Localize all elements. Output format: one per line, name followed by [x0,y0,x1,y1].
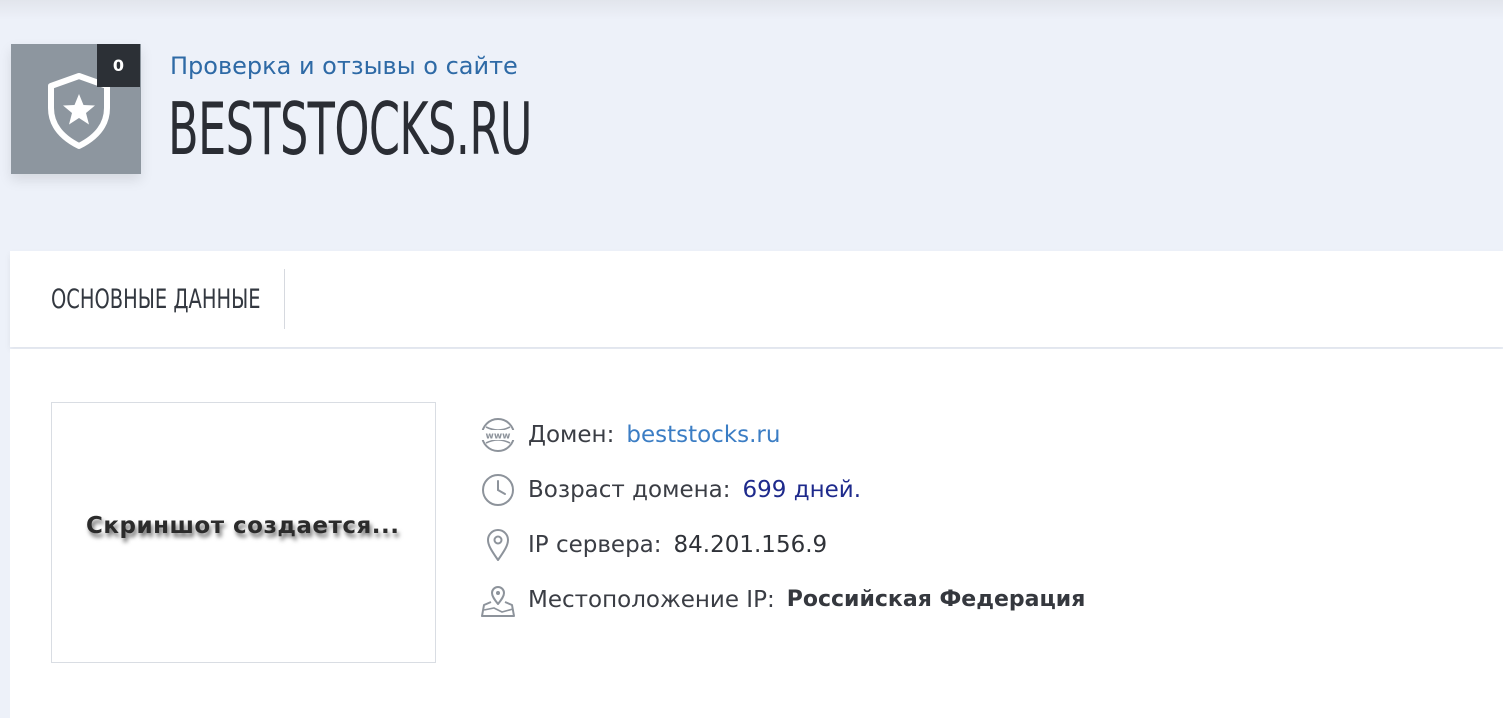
domain-info-list: www Домен: beststocks.ru Возраст домена:… [480,407,1085,627]
domain-link[interactable]: beststocks.ru [626,422,780,448]
svg-text:www: www [486,431,511,441]
info-row-domain: www Домен: beststocks.ru [480,407,1085,462]
www-icon: www [480,417,516,453]
info-row-ip: IP сервера: 84.201.156.9 [480,517,1085,572]
screenshot-status-text: Скриншот создается... [86,513,400,539]
tab-main-data[interactable]: ОСНОВНЫЕ ДАННЫЕ [10,269,285,329]
clock-icon [480,472,516,508]
top-shade [0,0,1503,20]
location-label: Местоположение IP: [528,586,775,613]
info-row-age: Возраст домена: 699 дней. [480,462,1085,517]
tab-label: ОСНОВНЫЕ ДАННЫЕ [51,283,261,315]
ip-value: 84.201.156.9 [673,531,828,558]
location-value: Российская Федерация [786,587,1086,612]
page-subtitle: Проверка и отзывы о сайте [170,52,518,80]
domain-label: Домен: [528,421,615,448]
tab-bar: ОСНОВНЫЕ ДАННЫЕ [10,251,1503,347]
age-value: 699 дней. [742,476,862,503]
map-pin-icon [480,527,516,563]
page-title: BESTSTOCKS.RU [168,87,532,171]
age-label: Возраст домена: [528,476,731,503]
site-screenshot-placeholder: Скриншот создается... [51,402,436,663]
review-count-badge: 0 [97,44,140,87]
map-location-icon [480,582,516,618]
info-row-location: Местоположение IP: Российская Федерация [480,572,1085,627]
ip-label: IP сервера: [528,531,662,558]
